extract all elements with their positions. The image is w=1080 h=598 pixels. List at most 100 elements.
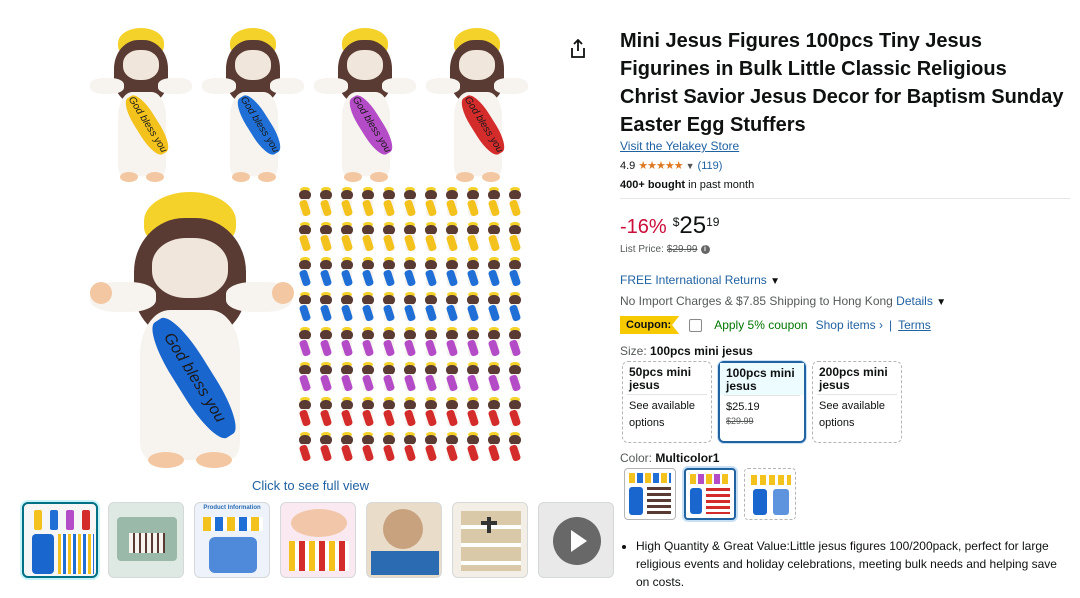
mini-figure: [466, 257, 480, 289]
thumbnail-6[interactable]: [452, 502, 528, 578]
size-option-100[interactable]: 100pcs mini jesus $25.19 $29.99: [718, 361, 806, 443]
returns-link[interactable]: FREE International Returns ▼: [620, 273, 780, 287]
shop-items-link[interactable]: Shop items ›: [816, 318, 883, 332]
mini-figure: [445, 327, 459, 359]
mini-figure: [382, 327, 396, 359]
rating-row[interactable]: 4.9 ★★★★★ ▼ (119): [620, 159, 723, 173]
import-charges: No Import Charges & $7.85 Shipping to Ho…: [620, 294, 947, 308]
mini-figures-grid: [298, 187, 530, 467]
mini-figure: [319, 362, 333, 394]
thumbnail-5[interactable]: [366, 502, 442, 578]
mini-figure: [403, 327, 417, 359]
mini-figure: [340, 432, 354, 464]
mini-figure: [340, 187, 354, 219]
color-swatch-1[interactable]: [624, 468, 676, 520]
mini-figure: [298, 257, 312, 289]
mini-figure: [424, 432, 438, 464]
thumbnail-2[interactable]: [108, 502, 184, 578]
mini-figure: [361, 257, 375, 289]
mini-figure: [298, 432, 312, 464]
mini-figure: [403, 222, 417, 254]
mini-figure: [508, 362, 522, 394]
apply-coupon-label[interactable]: Apply 5% coupon: [714, 318, 807, 332]
mini-figure: [298, 327, 312, 359]
color-swatch-2[interactable]: [684, 468, 736, 520]
figure-red: God bless you: [426, 26, 528, 186]
mini-figure: [382, 257, 396, 289]
mini-figure: [424, 397, 438, 429]
mini-figure: [508, 257, 522, 289]
thumbnail-3[interactable]: Product Information: [194, 502, 270, 578]
rating-count-link[interactable]: (119): [698, 160, 723, 172]
mini-figure: [424, 362, 438, 394]
chevron-down-icon[interactable]: ▼: [686, 161, 695, 171]
mini-figure: [340, 362, 354, 394]
product-info-panel: Mini Jesus Figures 100pcs Tiny Jesus Fig…: [620, 0, 1075, 598]
mini-figure: [466, 222, 480, 254]
mini-figure: [403, 292, 417, 324]
mini-figure: [424, 327, 438, 359]
mini-figure: [445, 432, 459, 464]
mini-figure: [361, 222, 375, 254]
share-icon[interactable]: [569, 39, 587, 59]
mini-figure: [340, 222, 354, 254]
mini-figure: [466, 432, 480, 464]
mini-figure: [298, 397, 312, 429]
rating-value: 4.9: [620, 159, 636, 172]
mini-figure: [424, 187, 438, 219]
price-fraction: 19: [706, 215, 720, 229]
full-view-link[interactable]: Click to see full view: [252, 478, 369, 493]
mini-figure: [340, 327, 354, 359]
figure-yellow: God bless you: [90, 26, 192, 186]
mini-figure: [445, 292, 459, 324]
mini-figure: [445, 222, 459, 254]
details-link[interactable]: Details: [896, 294, 933, 308]
mini-figure: [487, 292, 501, 324]
list-price: List Price: $29.99 i: [620, 244, 710, 255]
mini-figure: [508, 222, 522, 254]
mini-figure: [466, 187, 480, 219]
mini-figure: [361, 362, 375, 394]
mini-figure: [319, 257, 333, 289]
mini-figure: [382, 397, 396, 429]
mini-figure: [487, 397, 501, 429]
price-currency: $: [672, 215, 680, 229]
mini-figure: [508, 327, 522, 359]
mini-figure: [382, 362, 396, 394]
mini-figure: [466, 327, 480, 359]
store-link[interactable]: Visit the Yelakey Store: [620, 139, 739, 153]
figure-large-blue: God bless you: [88, 190, 294, 475]
mini-figure: [487, 327, 501, 359]
mini-figure: [361, 397, 375, 429]
play-icon: [553, 517, 601, 565]
size-option-200[interactable]: 200pcs mini jesus See available options: [812, 361, 902, 443]
price-block: -16% $ 25 19: [620, 212, 719, 240]
size-label: Size: 100pcs mini jesus: [620, 344, 753, 358]
mini-figure: [445, 187, 459, 219]
mini-figure: [298, 362, 312, 394]
size-option-50[interactable]: 50pcs mini jesus See available options: [622, 361, 712, 443]
mini-figure: [424, 292, 438, 324]
chevron-down-icon[interactable]: ▼: [936, 297, 946, 308]
mini-figure: [466, 397, 480, 429]
mini-figure: [340, 257, 354, 289]
coupon-badge: Coupon:: [620, 316, 680, 334]
coupon-checkbox[interactable]: [689, 318, 703, 332]
mini-figure: [319, 222, 333, 254]
product-title: Mini Jesus Figures 100pcs Tiny Jesus Fig…: [620, 30, 1064, 136]
chevron-down-icon: ▼: [770, 276, 780, 287]
color-selected: Multicolor1: [655, 451, 720, 465]
thumbnail-4[interactable]: [280, 502, 356, 578]
info-icon[interactable]: i: [700, 245, 710, 254]
mini-figure: [403, 257, 417, 289]
thumbnail-1[interactable]: [22, 502, 98, 578]
coupon-row: Coupon: Apply 5% coupon Shop items › | T…: [620, 316, 931, 334]
terms-link[interactable]: Terms: [898, 318, 931, 332]
color-swatch-3[interactable]: [744, 468, 796, 520]
thumbnail-video[interactable]: [538, 502, 614, 578]
mini-figure: [361, 327, 375, 359]
mini-figure: [487, 222, 501, 254]
mini-figure: [508, 397, 522, 429]
star-rating-icon[interactable]: ★★★★★: [638, 159, 683, 172]
mini-figure: [403, 362, 417, 394]
